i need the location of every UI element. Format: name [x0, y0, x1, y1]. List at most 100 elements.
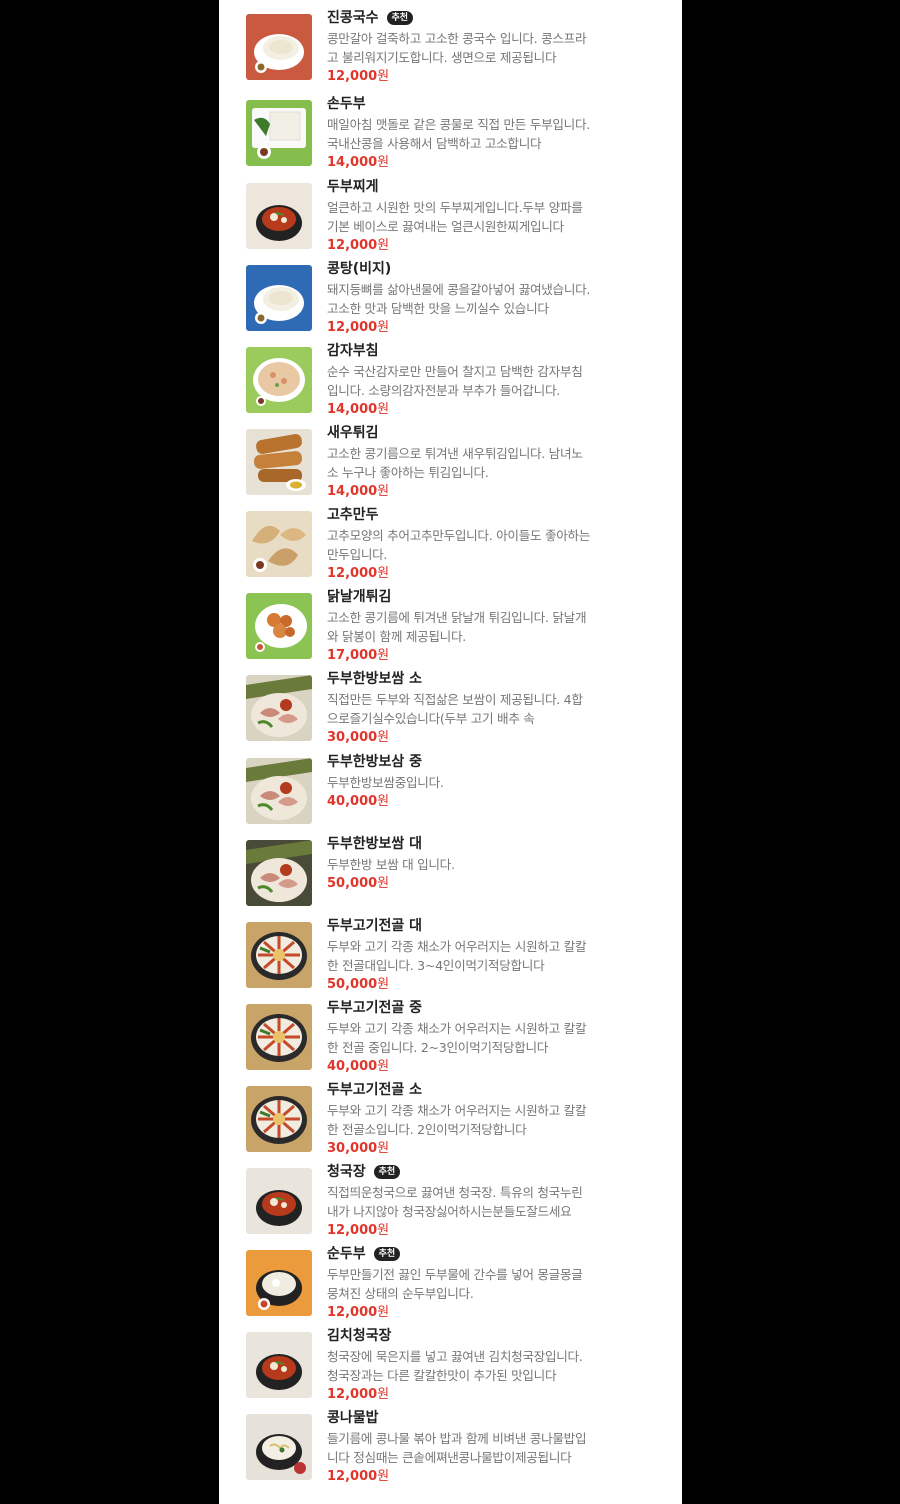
menu-item[interactable]: 순두부 추천두부만들기전 끓인 두부물에 간수를 넣어 몽글몽글 뭉쳐진 상태의 순… [219, 1242, 682, 1322]
currency-unit: 원 [377, 1305, 390, 1320]
menu-item[interactable]: 콩나물밥들기름에 콩나물 볶아 밥과 함께 비벼낸 콩나물밥입 니다 정심때는 큰… [219, 1406, 682, 1486]
menu-item-name: 두부고기전골 중 [327, 1000, 423, 1016]
menu-item-name: 콩나물밥 [327, 1410, 379, 1426]
description-line: 두부만들기전 끓인 두부물에 간수를 넣어 몽글몽글 [327, 1267, 583, 1282]
menu-item-price: 12,000원 [327, 1386, 389, 1404]
currency-unit: 원 [377, 648, 390, 663]
menu-item[interactable]: 두부한방보삼 중 두부한방보쌈중입니다. 40,000원 [219, 750, 682, 830]
menu-item-price: 12,000원 [327, 68, 389, 86]
menu-item-price: 17,000원 [327, 647, 389, 665]
price-value: 17,000 [327, 648, 378, 663]
menu-item-name-row: 콩탕(비지) [327, 260, 391, 278]
description-line: 와 닭봉이 함께 제공됩니다. [327, 629, 466, 644]
description-line: 얼큰하고 시원한 맛의 두부찌게입니다.두부 양파를 [327, 200, 583, 215]
menu-panel: 진콩국수 추천 콩만갈아 걸죽하고 고소한 콩국수 입니다. 콩스프라 고 불리워지기… [219, 0, 682, 1504]
menu-item[interactable]: 두부고기전골 중 두부와 고기 각종 채소가 어우러지는 시원하고 칼칼 한 전골 … [219, 996, 682, 1076]
menu-item[interactable]: 두부한방보쌈 대 두부한방 보쌈 대 입니다. 50,000원 [219, 832, 682, 912]
menu-item-name-row: 김치청국장 [327, 1327, 391, 1345]
description-line: 내가 나지않아 청국장싫어하시는분들도잘드세요 [327, 1204, 572, 1219]
menu-item[interactable]: 콩탕(비지) 돼지등뼈를 삶아낸물에 콩을갈아넣어 끓여냈습니다. 고소한 맛과 담… [219, 257, 682, 337]
menu-item-name: 두부고기전골 소 [327, 1082, 423, 1098]
price-value: 14,000 [327, 155, 378, 170]
menu-item-description: 고추모양의 추어고추만두입니다. 아이들도 좋아하는 만두입니다. [327, 526, 667, 564]
menu-item-name-row: 청국장 추천 [327, 1163, 401, 1181]
currency-unit: 원 [377, 977, 390, 992]
recommended-badge: 추천 [373, 1165, 401, 1179]
menu-item[interactable]: 새우튀김고소한 콩기름으로 튀겨낸 새우튀김입니다. 남녀노 소 누구나 좋아하는… [219, 421, 682, 501]
price-value: 12,000 [327, 566, 378, 581]
menu-item-name: 감자부침 [327, 343, 379, 359]
menu-item[interactable]: 감자부침순수 국산감자로만 만들어 찰지고 담백한 감자부침 입니다. 소량의감자… [219, 339, 682, 419]
menu-item-photo [246, 429, 312, 495]
menu-item[interactable]: 두부찌게 얼큰하고 시원한 맛의 두부찌게입니다.두부 양파를 기본 베이스로 끓여… [219, 175, 682, 255]
menu-item-photo [246, 14, 312, 80]
description-line: 고소한 맛과 담백한 맛을 느끼실수 있습니다 [327, 301, 549, 316]
price-value: 12,000 [327, 238, 378, 253]
menu-item-photo [246, 265, 312, 331]
description-line: 매일아침 맷돌로 같은 콩물로 직접 만든 두부입니다. [327, 117, 590, 132]
menu-item-photo [246, 347, 312, 413]
description-line: 콩만갈아 걸죽하고 고소한 콩국수 입니다. 콩스프라 [327, 31, 587, 46]
menu-item[interactable]: 손두부 매일아침 맷돌로 같은 콩물로 직접 만든 두부입니다. 국내산콩을 사용해… [219, 92, 682, 172]
menu-item[interactable]: 김치청국장청국장에 묵은지를 넣고 끓여낸 김치청국장입니다. 청국장과는 다른 … [219, 1324, 682, 1404]
menu-item-name-row: 두부고기전골 대 [327, 917, 422, 935]
menu-item-name: 진콩국수 [327, 10, 379, 26]
menu-item-price: 12,000원 [327, 319, 389, 337]
menu-item-description: 고소한 콩기름으로 튀겨낸 새우튀김입니다. 남녀노 소 누구나 좋아하는 튀김입… [327, 444, 667, 482]
menu-item-name-row: 닭날개튀김 [327, 588, 391, 606]
menu-item-photo [246, 922, 312, 988]
menu-item-description: 직접띄운청국으로 끓여낸 청국장. 특유의 청국누린내가 나지않아 청국장싫어하… [327, 1183, 667, 1221]
menu-item-description: 두부와 고기 각종 채소가 어우러지는 시원하고 칼칼 한 전골대입니다. 3~4… [327, 937, 667, 975]
description-line: 입니다. 소량의감자전분과 부추가 들어갑니다. [327, 383, 560, 398]
menu-item-price: 14,000원 [327, 401, 389, 419]
currency-unit: 원 [377, 1059, 390, 1074]
menu-item-description: 두부만들기전 끓인 두부물에 간수를 넣어 몽글몽글 뭉쳐진 상태의 순두부입니다… [327, 1265, 667, 1303]
menu-item-description: 들기름에 콩나물 볶아 밥과 함께 비벼낸 콩나물밥입 니다 정심때는 큰솥에쪄낸… [327, 1429, 667, 1467]
menu-item-name: 콩탕(비지) [327, 261, 392, 277]
menu-item-price: 12,000원 [327, 565, 389, 583]
menu-item[interactable]: 고추만두 고추모양의 추어고추만두입니다. 아이들도 좋아하는 만두입니다. 12,0… [219, 503, 682, 583]
menu-item-photo [246, 675, 312, 741]
menu-item-price: 30,000원 [327, 729, 389, 747]
price-value: 14,000 [327, 484, 378, 499]
price-value: 50,000 [327, 876, 378, 891]
description-line: 청국장과는 다른 칼칼한맛이 추가된 맛입니다 [327, 1368, 557, 1383]
menu-item-price: 14,000원 [327, 154, 389, 172]
menu-item-photo [246, 1168, 312, 1234]
menu-item-name-row: 콩나물밥 [327, 1409, 379, 1427]
menu-item-description: 청국장에 묵은지를 넣고 끓여낸 김치청국장입니다. 청국장과는 다른 칼칼한맛이… [327, 1347, 667, 1385]
menu-item-name: 두부한방보쌈 소 [327, 671, 423, 687]
menu-item-name-row: 순두부 추천 [327, 1245, 401, 1263]
currency-unit: 원 [377, 794, 390, 809]
currency-unit: 원 [377, 155, 390, 170]
menu-item-name-row: 두부한방보쌈 소 [327, 670, 422, 688]
menu-item[interactable]: 두부한방보쌈 소 직접만든 두부와 직접삶은 보쌈이 제공됩니다. 4합 으로즐기실… [219, 667, 682, 747]
description-line: 직접띄운청국으로 끓여낸 청국장. 특유의 청국누린 [327, 1185, 583, 1200]
menu-item-name: 두부고기전골 대 [327, 918, 423, 934]
price-value: 12,000 [327, 1469, 378, 1484]
menu-item[interactable]: 청국장 추천직접띄운청국으로 끓여낸 청국장. 특유의 청국누린내가 나지않아 청… [219, 1160, 682, 1240]
currency-unit: 원 [377, 69, 390, 84]
description-line: 한 전골소입니다. 2인이먹기적당합니다 [327, 1122, 527, 1137]
currency-unit: 원 [377, 730, 390, 745]
menu-item-name: 손두부 [327, 96, 366, 112]
price-value: 30,000 [327, 730, 378, 745]
description-line: 두부와 고기 각종 채소가 어우러지는 시원하고 칼칼 [327, 1021, 587, 1036]
menu-item-description: 순수 국산감자로만 만들어 찰지고 담백한 감자부침 입니다. 소량의감자전분과 … [327, 362, 667, 400]
description-line: 니다 정심때는 큰솥에쪄낸콩나물밥이제공됩니다 [327, 1450, 572, 1465]
currency-unit: 원 [377, 566, 390, 581]
menu-item-name: 두부한방보쌈 대 [327, 836, 423, 852]
menu-item-photo [246, 1414, 312, 1480]
menu-item[interactable]: 진콩국수 추천 콩만갈아 걸죽하고 고소한 콩국수 입니다. 콩스프라 고 불리워지기… [219, 6, 682, 86]
menu-item-price: 40,000원 [327, 793, 389, 811]
menu-item[interactable]: 두부고기전골 대두부와 고기 각종 채소가 어우러지는 시원하고 칼칼 한 전골대… [219, 914, 682, 994]
description-line: 고소한 콩기름으로 튀겨낸 새우튀김입니다. 남녀노 [327, 446, 583, 461]
price-value: 12,000 [327, 1387, 378, 1402]
menu-item[interactable]: 닭날개튀김 고소한 콩기름에 튀겨낸 닭날개 튀김입니다. 닭날개 와 닭봉이 함께… [219, 585, 682, 665]
description-line: 두부와 고기 각종 채소가 어우러지는 시원하고 칼칼 [327, 939, 587, 954]
price-value: 40,000 [327, 794, 378, 809]
description-line: 청국장에 묵은지를 넣고 끓여낸 김치청국장입니다. [327, 1349, 583, 1364]
menu-item-name-row: 새우튀김 [327, 424, 379, 442]
menu-item[interactable]: 두부고기전골 소 두부와 고기 각종 채소가 어우러지는 시원하고 칼칼 한 전골소… [219, 1078, 682, 1158]
menu-item-name: 두부한방보삼 중 [327, 754, 423, 770]
